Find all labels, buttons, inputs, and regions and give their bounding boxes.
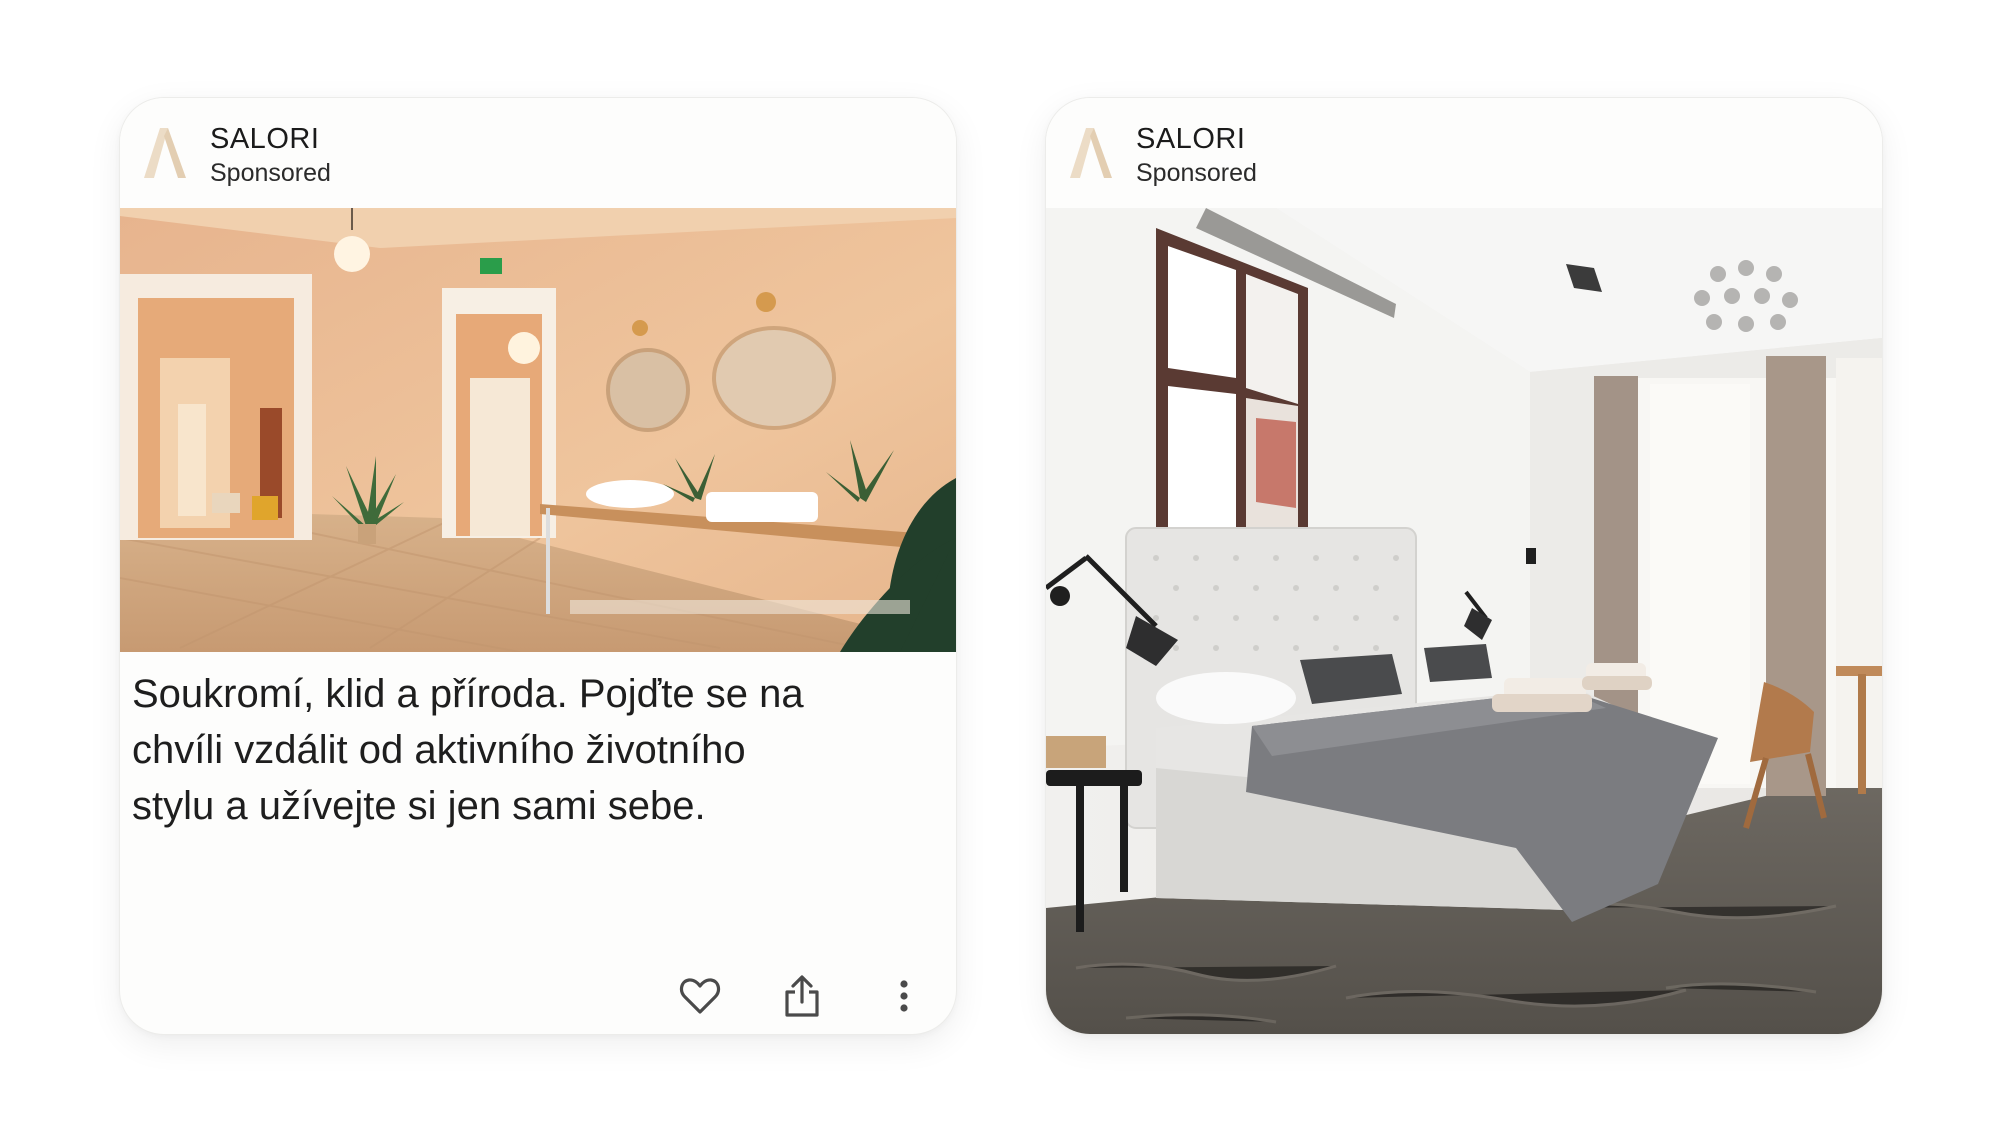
brand-logo-icon <box>1070 128 1112 178</box>
sponsored-label: Sponsored <box>210 159 331 187</box>
hotel-bathroom-photo[interactable] <box>120 208 956 652</box>
ad-actions <box>120 968 956 1028</box>
brand-name[interactable]: SALORI <box>1136 122 1245 156</box>
sponsored-label: Sponsored <box>1136 159 1257 187</box>
ad-headline[interactable]: Soukromí, klid a příroda. Pojďte se na c… <box>132 666 932 834</box>
share-button[interactable] <box>774 968 830 1024</box>
headline-line-2: chvíli vzdálit od aktivního životního <box>132 728 746 772</box>
brand-name[interactable]: SALORI <box>210 122 319 156</box>
more-vertical-icon <box>900 980 908 1012</box>
ad-header: SALORI Sponsored <box>120 98 956 208</box>
headline-line-3: stylu a užívejte si jen sami sebe. <box>132 784 706 828</box>
hotel-bedroom-photo[interactable] <box>1046 208 1882 1034</box>
like-button[interactable] <box>672 968 728 1024</box>
ad-card-right[interactable]: SALORI Sponsored <box>1046 98 1882 1034</box>
more-button[interactable] <box>876 968 932 1024</box>
share-icon <box>785 975 819 1017</box>
headline-line-1: Soukromí, klid a příroda. Pojďte se na <box>132 672 804 716</box>
brand-logo-icon <box>144 128 186 178</box>
ad-header: SALORI Sponsored <box>1046 98 1882 208</box>
heart-icon <box>679 978 721 1014</box>
ad-card-left[interactable]: SALORI Sponsored Soukromí, klid a přírod… <box>120 98 956 1034</box>
